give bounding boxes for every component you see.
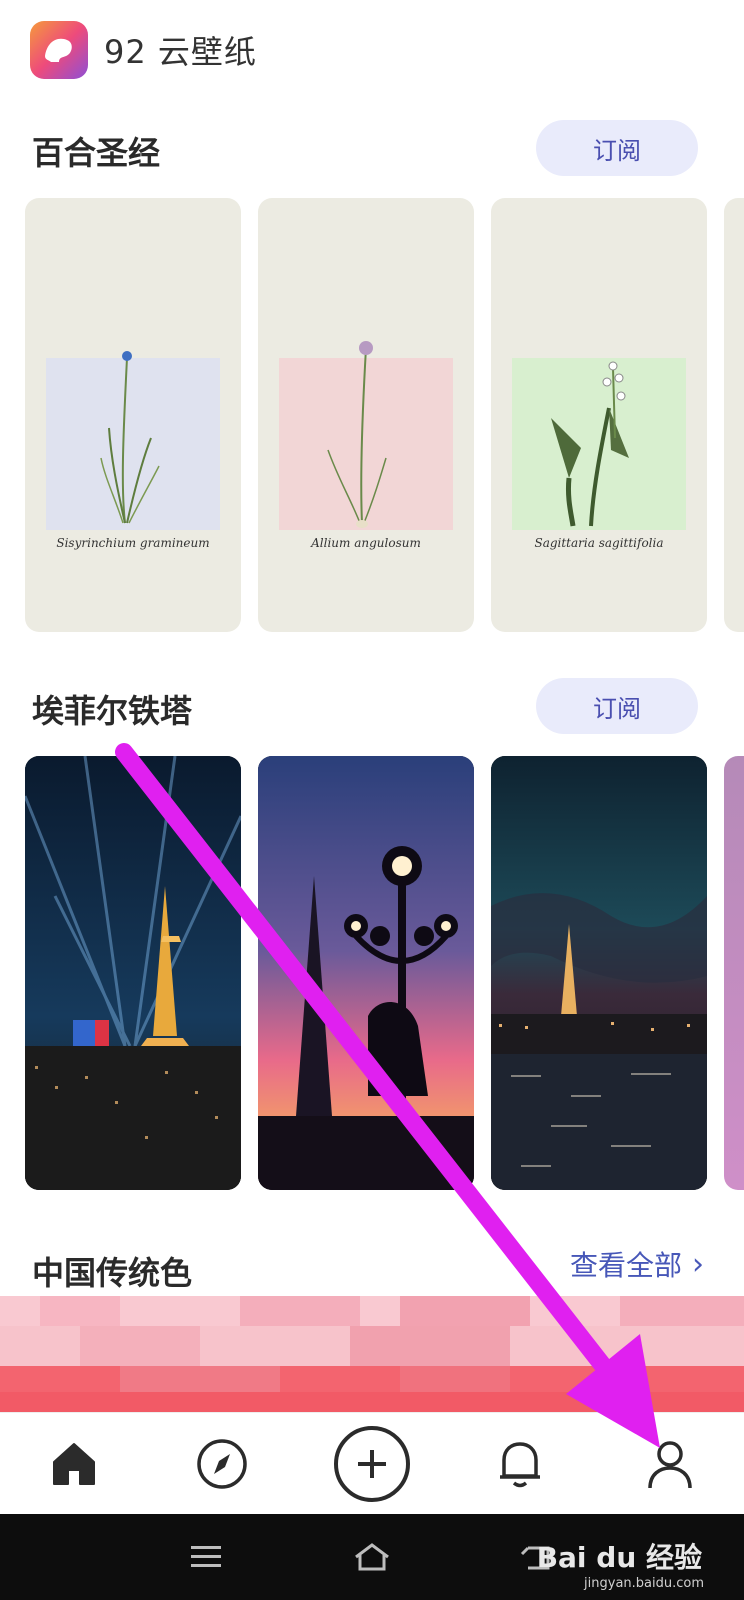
app-header: 92 云壁纸 xyxy=(30,20,257,80)
system-home-icon[interactable] xyxy=(342,1534,402,1580)
card-caption: Allium angulosum xyxy=(311,536,421,550)
baidu-watermark-url: jingyan.baidu.com xyxy=(584,1576,704,1591)
view-all-label: 查看全部 xyxy=(569,1249,682,1282)
nav-home[interactable] xyxy=(24,1413,124,1515)
app-title: 92 云壁纸 xyxy=(104,33,257,71)
plant-illustration xyxy=(551,361,629,527)
plant-illustration xyxy=(327,341,387,528)
system-nav-bar: Bai du 经验 jingyan.baidu.com xyxy=(0,1514,744,1600)
home-icon xyxy=(53,1443,95,1485)
section-title-eiffel: 埃菲尔铁塔 xyxy=(32,692,193,730)
section-title-lily: 百合圣经 xyxy=(32,134,161,172)
wallpaper-card[interactable]: Sisyrinchium gramineum xyxy=(25,198,241,632)
nav-create[interactable] xyxy=(322,1413,422,1515)
user-icon xyxy=(648,1441,692,1489)
wallpaper-card-partial[interactable] xyxy=(724,756,744,1190)
chevron-right-icon: › xyxy=(692,1246,704,1282)
bottom-nav xyxy=(0,1412,744,1514)
wallpaper-card[interactable]: Allium angulosum xyxy=(258,198,474,632)
plant-illustration xyxy=(100,351,160,524)
eiffel-card-row[interactable] xyxy=(0,756,744,1190)
view-all-link[interactable]: 查看全部 › xyxy=(570,1244,704,1284)
bell-icon xyxy=(500,1442,540,1488)
wallpaper-card[interactable] xyxy=(25,756,241,1190)
app-logo-icon xyxy=(30,21,88,79)
section-title-chinese-colors: 中国传统色 xyxy=(32,1254,193,1292)
baidu-watermark: Bai du 经验 xyxy=(536,1541,702,1574)
color-strip-pixelated xyxy=(0,1296,744,1412)
wallpaper-card[interactable] xyxy=(491,756,707,1190)
wallpaper-card[interactable]: Sagittaria sagittifolia xyxy=(491,198,707,632)
menu-icon[interactable] xyxy=(176,1534,236,1580)
compass-icon xyxy=(197,1439,247,1489)
nav-profile[interactable] xyxy=(620,1413,720,1515)
lily-card-row[interactable]: Sisyrinchium gramineum Allium angulosum … xyxy=(0,198,744,632)
card-caption: Sisyrinchium gramineum xyxy=(56,536,210,550)
subscribe-button-lily[interactable]: 订阅 xyxy=(536,120,698,176)
plus-circle-icon xyxy=(334,1426,410,1502)
eiffel-night-image xyxy=(25,756,241,1190)
eiffel-river-image xyxy=(491,756,707,1190)
eiffel-sunset-image xyxy=(258,756,474,1190)
wallpaper-card-partial[interactable] xyxy=(724,198,744,632)
card-caption: Sagittaria sagittifolia xyxy=(534,536,664,550)
nav-discover[interactable] xyxy=(172,1413,272,1515)
subscribe-button-eiffel[interactable]: 订阅 xyxy=(536,678,698,734)
nav-notifications[interactable] xyxy=(470,1413,570,1515)
wallpaper-card[interactable] xyxy=(258,756,474,1190)
